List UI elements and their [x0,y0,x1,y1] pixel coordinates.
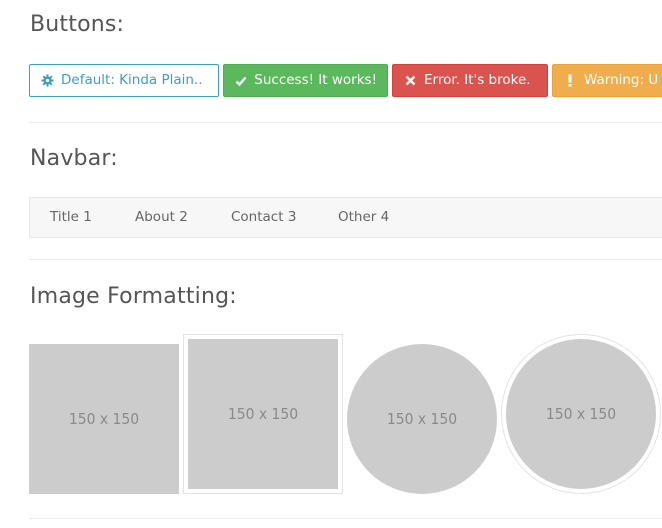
image-size-label: 150 x 150 [386,410,458,428]
navbar-section-title: Navbar: [30,146,118,171]
nav-item-about[interactable]: About 2 [135,198,188,237]
nav-item-title[interactable]: Title 1 [50,198,92,237]
check-icon [234,74,247,88]
success-button-label: Success! It works! [254,72,377,88]
warning-button-label: Warning: U [584,72,659,88]
image-thumbnail: 150 x 150 [188,339,338,489]
image-size-label: 150 x 150 [227,405,299,423]
exclamation-icon [563,74,577,88]
default-button-label: Default: Kinda Plain.. [61,72,203,88]
divider [29,518,662,519]
error-button-label: Error. It's broke. [424,72,531,88]
gear-icon [40,74,54,88]
nav-item-other[interactable]: Other 4 [338,198,389,237]
navbar: Title 1 About 2 Contact 3 Other 4 [29,197,662,238]
divider [29,122,662,123]
images-section-title: Image Formatting: [30,284,237,309]
error-button[interactable]: Error. It's broke. [392,64,548,97]
warning-button[interactable]: Warning: U [552,64,662,97]
image-circle-thumbnail: 150 x 150 [506,339,656,489]
image-size-label: 150 x 150 [68,410,140,428]
default-button[interactable]: Default: Kinda Plain.. [29,64,219,97]
image-circle: 150 x 150 [347,344,497,494]
success-button[interactable]: Success! It works! [223,64,388,97]
image-size-label: 150 x 150 [545,405,617,423]
close-icon [403,74,417,88]
nav-item-contact[interactable]: Contact 3 [231,198,296,237]
buttons-section-title: Buttons: [30,12,125,37]
divider [29,259,662,260]
image-square: 150 x 150 [29,344,179,494]
